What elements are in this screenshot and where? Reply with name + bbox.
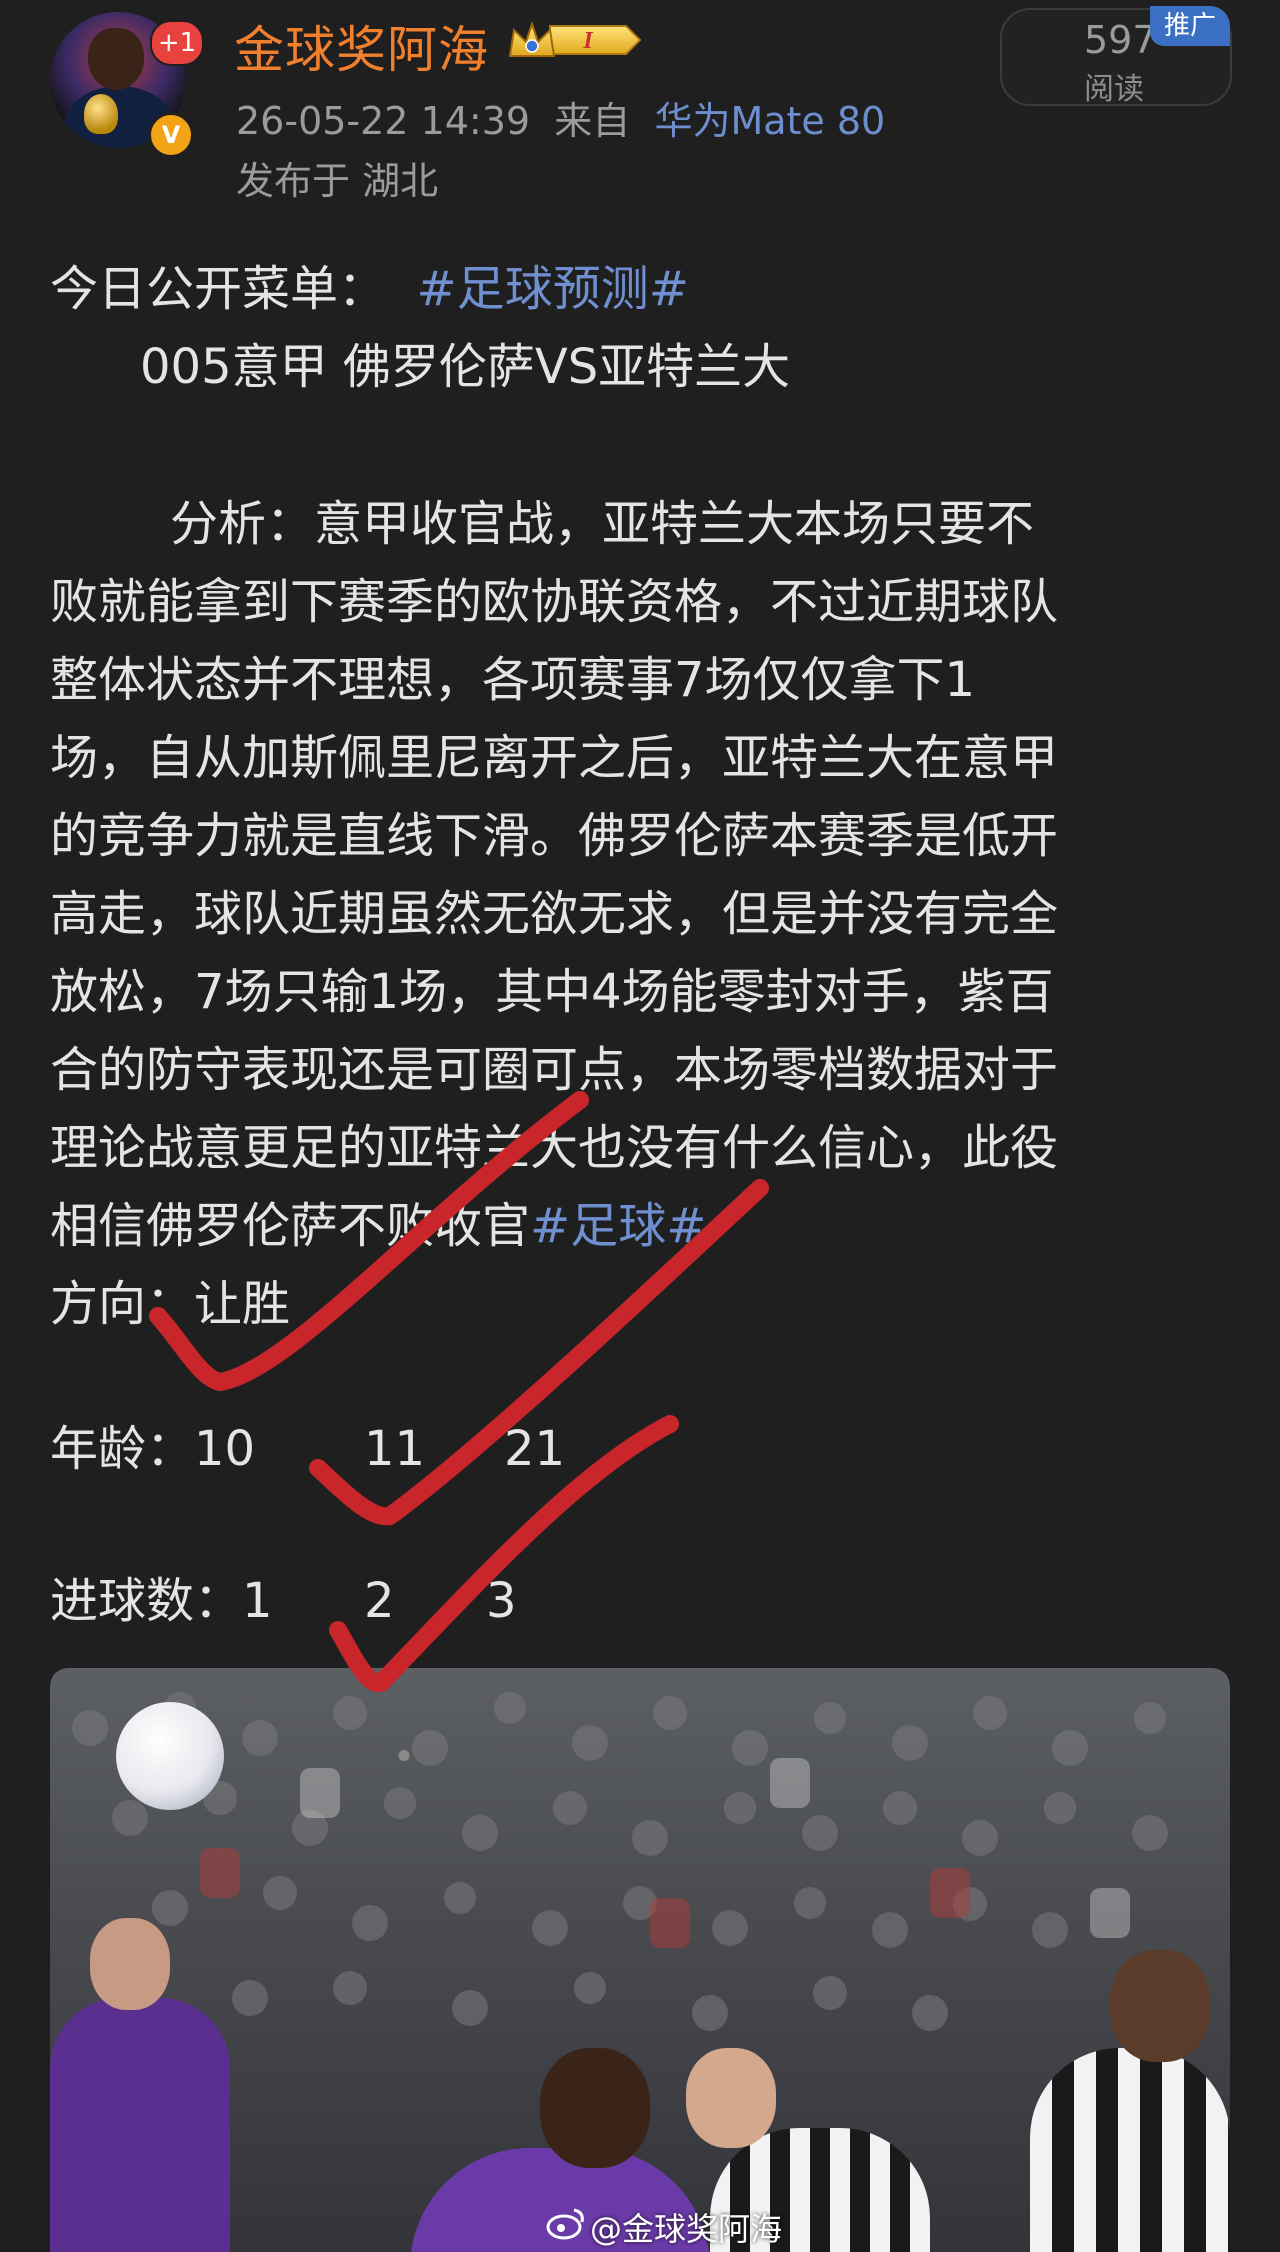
player-juventus-right	[1030, 2048, 1230, 2252]
username[interactable]: 金球奖阿海	[234, 10, 489, 82]
hashtag-football-prediction[interactable]: #足球预测#	[417, 261, 689, 317]
direction-line: 方向：让胜	[50, 1276, 291, 1332]
plus-one-badge: +1	[150, 20, 204, 66]
weibo-icon	[546, 2208, 584, 2240]
analysis-last-line: 相信佛罗伦萨不败收官#足球#	[50, 1187, 1230, 1265]
analysis-line: 败就能拿到下赛季的欧协联资格，不过近期球队	[50, 574, 1059, 630]
image-watermark: @金球奖阿海	[590, 2210, 783, 2248]
player-head	[686, 2048, 776, 2148]
age-label: 年龄：	[50, 1421, 195, 1477]
goals-value: 1	[242, 1573, 273, 1629]
post-header: +1 V 金球奖阿海 I 26-05-22 14:39 来自 华为Mate 80…	[0, 0, 1280, 230]
timestamp: 26-05-22 14:39	[236, 99, 531, 143]
level-text: I	[582, 28, 594, 54]
goals-value: 2	[364, 1573, 395, 1629]
football-icon	[116, 1702, 224, 1810]
read-label: 阅读	[1084, 72, 1144, 107]
device-link[interactable]: 华为Mate 80	[654, 99, 885, 143]
menu-label: 今日公开菜单：	[50, 261, 387, 317]
post-image[interactable]	[50, 1668, 1230, 2252]
age-value: 11	[364, 1421, 426, 1477]
analysis-line: 放松，7场只输1场，其中4场能零封对手，紫百	[50, 964, 1054, 1020]
player-head	[540, 2048, 650, 2168]
match-line: 005意甲 佛罗伦萨VS亚特兰大	[140, 339, 791, 395]
age-value: 21	[504, 1421, 566, 1477]
promo-tag[interactable]: 推广	[1150, 6, 1230, 46]
player-fiorentina-left	[50, 1998, 230, 2252]
goals-value: 3	[486, 1573, 517, 1629]
player-head	[1110, 1950, 1210, 2062]
member-level-badge[interactable]: I	[506, 16, 642, 64]
avatar[interactable]: +1 V	[50, 12, 204, 158]
crown-icon	[508, 20, 556, 57]
analysis-line: 整体状态并不理想，各项赛事7场仅仅拿下1	[50, 652, 976, 708]
verified-icon: V	[148, 112, 194, 158]
source-prefix: 来自	[554, 99, 631, 143]
avatar-face	[88, 28, 144, 90]
analysis-line: 合的防守表现还是可圈可点，本场零档数据对于	[50, 1042, 1059, 1098]
analysis-line: 分析：意甲收官战，亚特兰大本场只要不	[170, 496, 1035, 552]
analysis-line: 高走，球队近期虽然无欲无求，但是并没有完全	[50, 886, 1059, 942]
menu-line: 今日公开菜单： #足球预测#	[50, 250, 689, 328]
analysis-line-text: 相信佛罗伦萨不败收官	[50, 1198, 531, 1254]
player-head	[90, 1918, 170, 2010]
analysis-line: 理论战意更足的亚特兰大也没有什么信心，此役	[50, 1120, 1059, 1176]
age-value: 10	[194, 1421, 256, 1477]
analysis-text: 分析：意甲收官战，亚特兰大本场只要不 败就能拿到下赛季的欧协联资格，不过近期球队…	[50, 485, 1230, 1343]
analysis-line: 场，自从加斯佩里尼离开之后，亚特兰大在意甲	[50, 730, 1059, 786]
trophy-icon	[84, 94, 118, 134]
post-meta: 26-05-22 14:39 来自 华为Mate 80	[236, 90, 885, 145]
analysis-line: 的竞争力就是直线下滑。佛罗伦萨本赛季是低开	[50, 808, 1059, 864]
location: 发布于 湖北	[236, 159, 439, 203]
goals-label: 进球数：	[50, 1573, 243, 1629]
goals-line: 进球数：1 2 3	[50, 1562, 517, 1640]
read-count: 597	[1084, 18, 1157, 62]
hashtag-football[interactable]: #足球#	[530, 1198, 706, 1254]
age-line: 年龄：10 11 21	[50, 1410, 565, 1488]
